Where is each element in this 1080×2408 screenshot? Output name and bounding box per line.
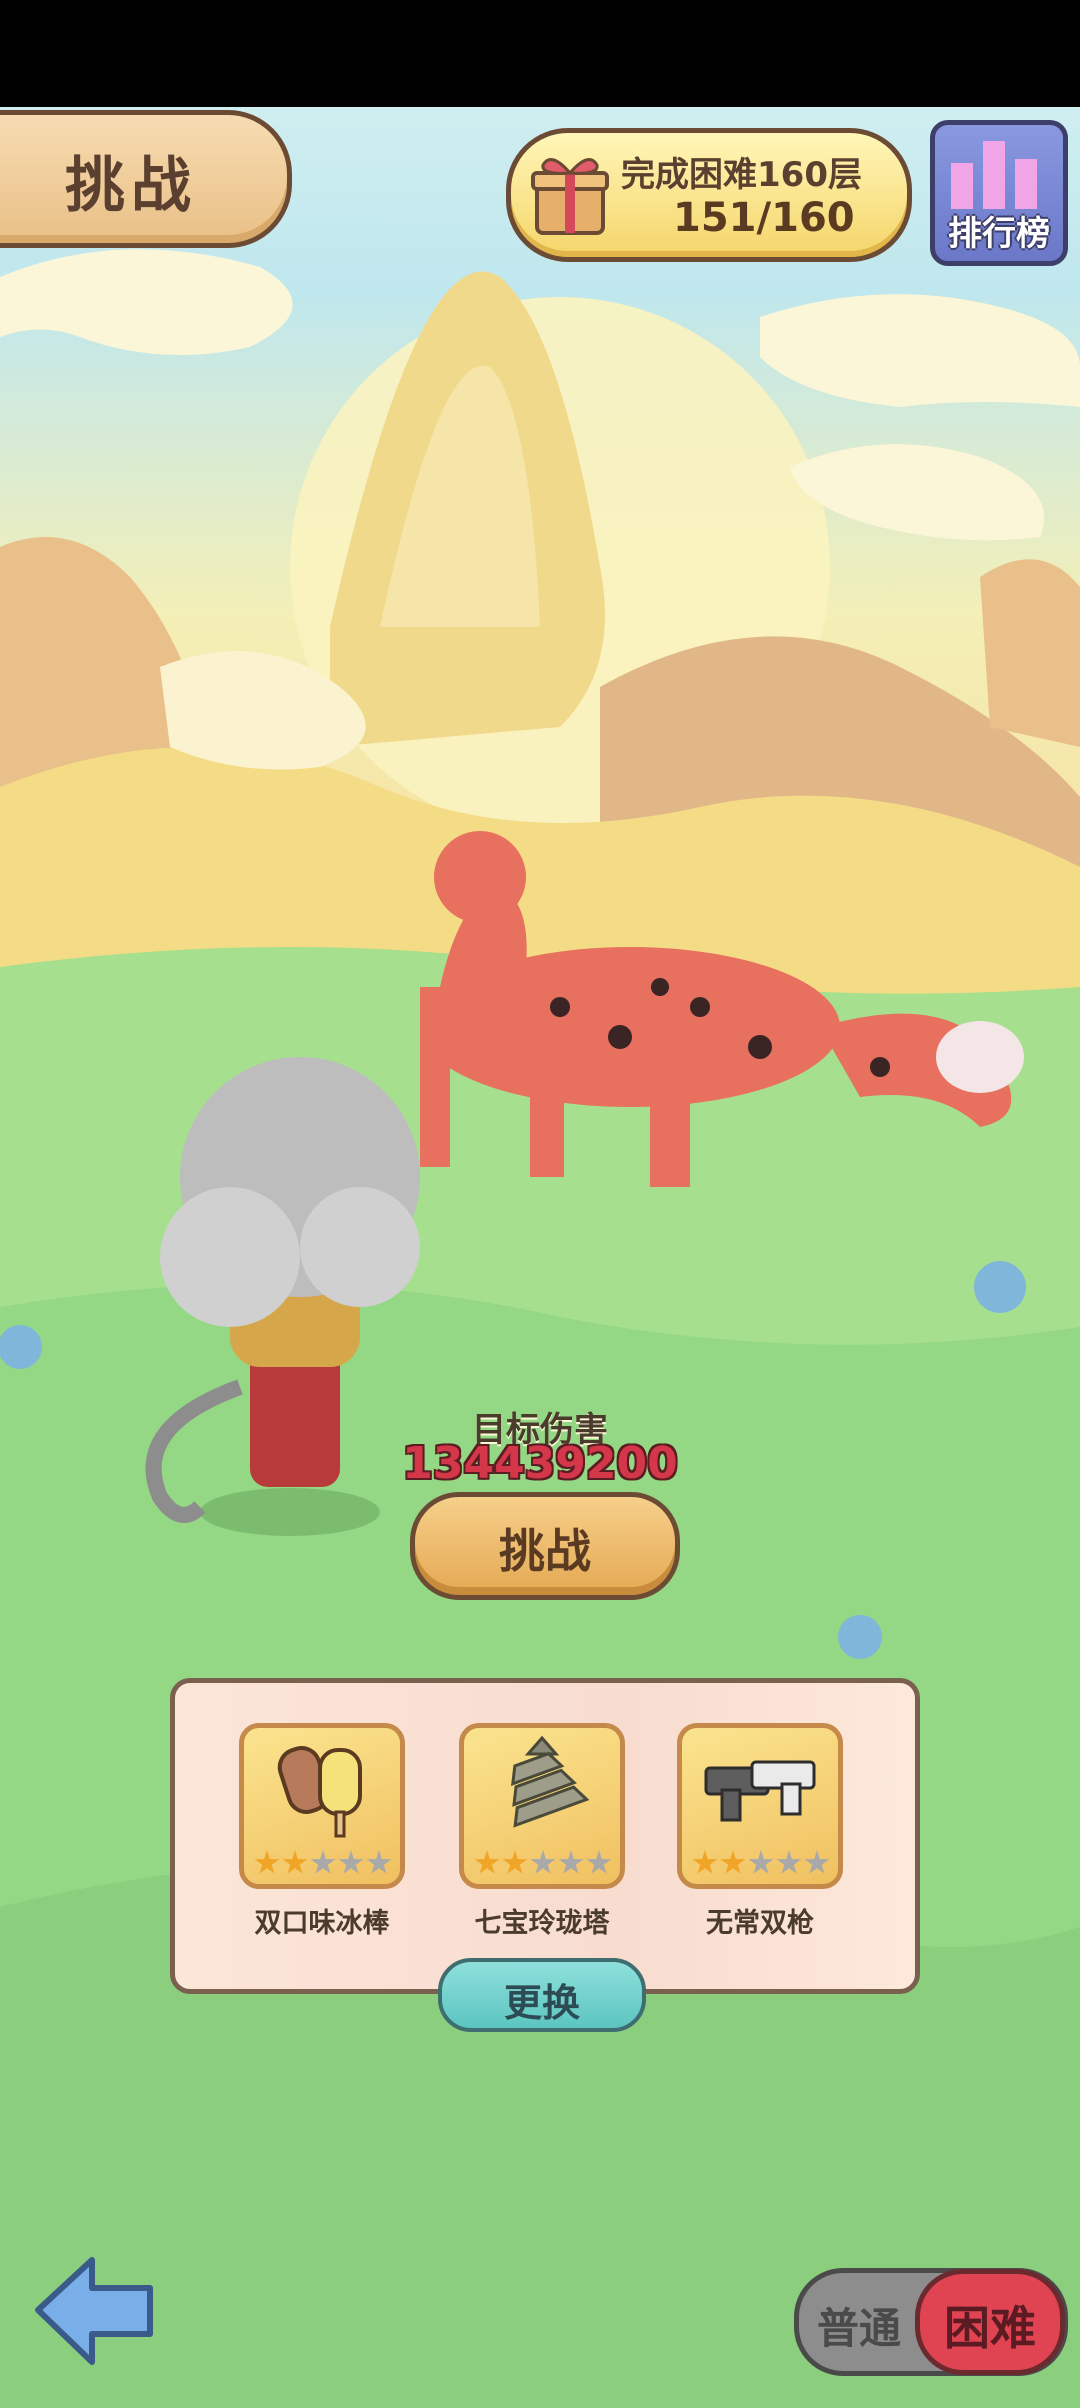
- item-card: [239, 1723, 405, 1889]
- challenge-button-label: 挑战: [499, 1524, 591, 1578]
- pagoda-icon: [511, 1735, 590, 1828]
- item-slot-3[interactable]: 无常双枪: [677, 1723, 843, 1940]
- mode-normal-option[interactable]: 普通: [817, 2295, 901, 2356]
- target-damage-value: 134439200: [402, 1438, 678, 1489]
- challenge-button[interactable]: 挑战: [410, 1492, 680, 1600]
- game-scene: 挑战 完成困难160层 151/160 排行榜 目标伤害 134439200 挑…: [0, 107, 1080, 2408]
- item-star-rating: [474, 1850, 612, 1876]
- gift-box-icon: [531, 158, 609, 235]
- difficulty-toggle[interactable]: 普通 困难: [794, 2268, 1068, 2376]
- back-arrow-icon[interactable]: [30, 2250, 160, 2370]
- goal-text: 完成困难160层: [621, 155, 862, 195]
- bar-chart-icon: [951, 141, 1037, 209]
- item-name: 双口味冰棒: [254, 1908, 390, 1939]
- mode-hard-option[interactable]: 困难: [915, 2269, 1065, 2375]
- item-name: 无常双枪: [706, 1908, 814, 1939]
- popsicle-icon: [277, 1746, 362, 1838]
- goal-progress-panel[interactable]: 完成困难160层 151/160: [506, 128, 912, 262]
- item-card: [677, 1723, 843, 1889]
- ranking-button[interactable]: 排行榜: [930, 120, 1068, 266]
- challenge-title-banner: 挑战: [0, 110, 292, 248]
- page-title: 挑战: [65, 151, 197, 221]
- goal-progress-count: 151/160: [673, 195, 855, 241]
- item-name: 七宝玲珑塔: [474, 1908, 610, 1939]
- item-card: [459, 1723, 625, 1889]
- item-slot-1[interactable]: 双口味冰棒: [239, 1723, 405, 1940]
- ranking-label: 排行榜: [948, 214, 1050, 254]
- item-star-rating: [692, 1850, 830, 1876]
- equipment-panel: 双口味冰棒 七宝玲珑塔 无常双枪: [170, 1678, 920, 1994]
- item-star-rating: [254, 1850, 392, 1876]
- item-slot-2[interactable]: 七宝玲珑塔: [459, 1723, 625, 1940]
- swap-button[interactable]: 更换: [438, 1958, 646, 2032]
- twin-guns-icon: [704, 1760, 816, 1822]
- swap-button-label: 更换: [503, 1981, 580, 2025]
- mode-hard-label: 困难: [944, 2301, 1036, 2355]
- status-bar: [0, 0, 1080, 107]
- background-landscape: [0, 249, 1080, 2408]
